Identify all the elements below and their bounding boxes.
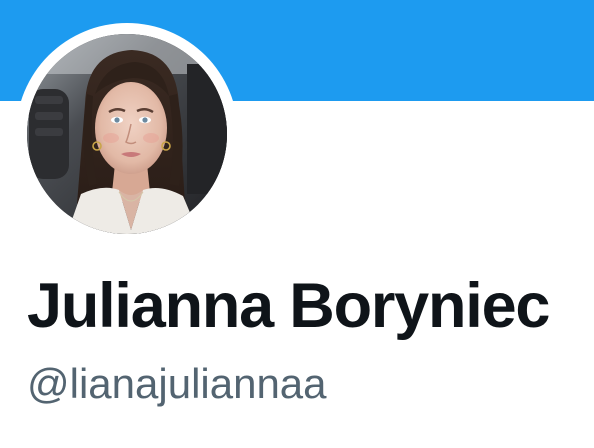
username-handle: @lianajuliannaa — [27, 360, 327, 407]
avatar[interactable] — [27, 34, 227, 234]
profile-header: Julianna Boryniec @lianajuliannaa — [0, 0, 594, 448]
display-name: Julianna Boryniec — [27, 271, 550, 341]
avatar-photo — [27, 34, 227, 234]
